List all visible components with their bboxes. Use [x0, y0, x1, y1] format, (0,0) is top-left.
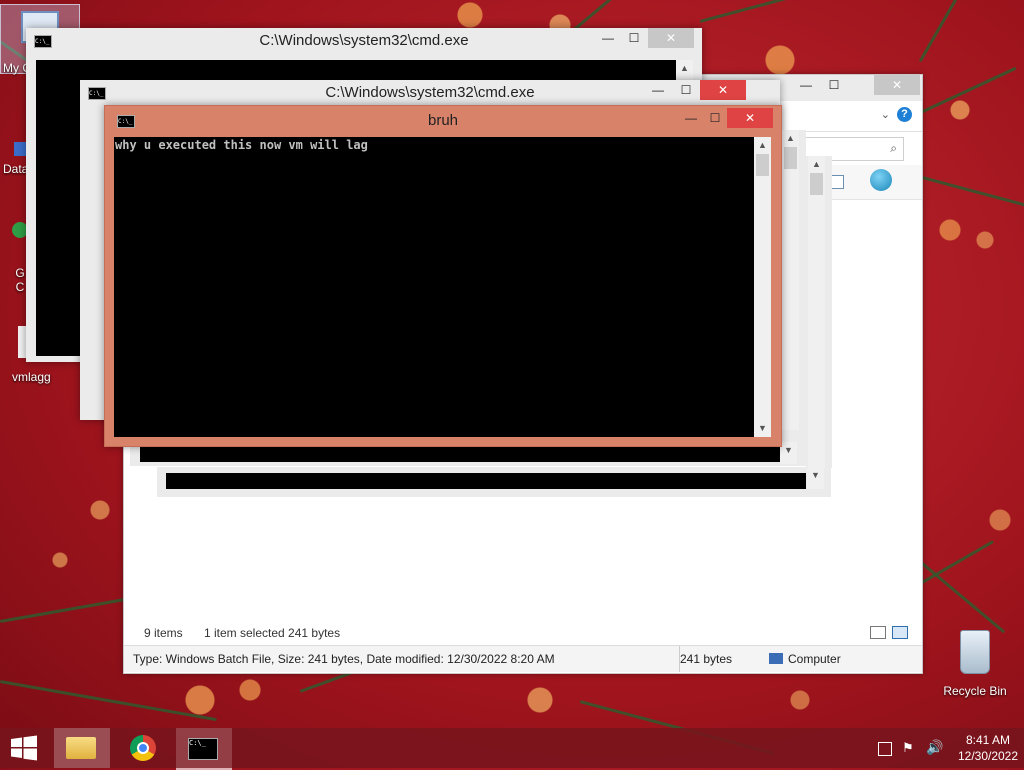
minimize-button[interactable]: —: [792, 75, 820, 95]
vertical-scrollbar[interactable]: ▼: [807, 467, 824, 489]
minimize-button[interactable]: —: [594, 28, 622, 48]
recycle-bin-icon: [960, 630, 990, 674]
taskbar: C:\_ ⚑ 🔊 8:41 AM 12/30/2022: [0, 728, 1024, 770]
cmd-icon: C:\_: [88, 87, 106, 100]
desktop-icon-label: Recycle Bin: [943, 684, 1007, 698]
system-tray: ⚑ 🔊 8:41 AM 12/30/2022: [864, 728, 1024, 768]
computer-icon: [769, 653, 783, 664]
cmd-window-2-scroll: ▲: [780, 130, 806, 430]
taskbar-chrome[interactable]: [116, 728, 172, 768]
scroll-down-icon[interactable]: ▼: [754, 420, 771, 437]
scroll-up-icon[interactable]: ▲: [782, 130, 799, 147]
clock-date[interactable]: 12/30/2022: [956, 749, 1020, 763]
chevron-down-icon[interactable]: ⌄: [881, 108, 890, 121]
start-button[interactable]: [0, 728, 50, 768]
details-view-icon[interactable]: [870, 626, 886, 639]
vertical-scrollbar[interactable]: ▲ ▼: [754, 137, 771, 437]
minimize-button[interactable]: —: [644, 80, 672, 100]
scroll-up-icon[interactable]: ▲: [676, 60, 693, 77]
folder-icon: [66, 737, 96, 759]
globe-icon[interactable]: [870, 169, 892, 191]
desktop-icon-label: vmlagg: [12, 370, 51, 384]
maximize-button[interactable]: ☐: [701, 108, 729, 128]
close-button[interactable]: ✕: [874, 75, 920, 95]
desktop-icon-recycle-bin[interactable]: Recycle Bin: [940, 630, 1010, 698]
maximize-button[interactable]: ☐: [820, 75, 848, 95]
action-center-flag-icon[interactable]: ⚑: [902, 740, 914, 756]
volume-icon[interactable]: 🔊: [926, 739, 943, 756]
maximize-button[interactable]: ☐: [620, 28, 648, 48]
status-selection: 1 item selected 241 bytes: [204, 626, 341, 640]
scroll-thumb[interactable]: [784, 147, 797, 169]
cmd-window-1-scroll: ▲: [806, 156, 832, 468]
cmd-icon: C:\_: [34, 35, 52, 48]
console-output[interactable]: why u executed this now vm will lag: [114, 137, 754, 437]
details-size: 241 bytes: [679, 646, 732, 672]
help-icon[interactable]: ?: [897, 107, 912, 122]
scroll-down-icon[interactable]: ▼: [807, 467, 824, 484]
cmd-window-1-lower: ▼: [157, 467, 831, 497]
console-text: why u executed this now vm will lag: [115, 138, 368, 152]
details-text: Type: Windows Batch File, Size: 241 byte…: [133, 652, 555, 666]
details-location: Computer: [788, 652, 841, 666]
status-item-count: 9 items: [144, 626, 183, 640]
cmd-icon: C:\_: [117, 115, 135, 128]
windows-logo-icon: [11, 735, 37, 761]
scroll-up-icon[interactable]: ▲: [754, 137, 771, 154]
close-button[interactable]: ✕: [648, 28, 694, 48]
scroll-down-icon[interactable]: ▼: [780, 442, 797, 459]
vertical-scrollbar[interactable]: ▼: [780, 442, 797, 464]
search-icon: ⌕: [890, 141, 897, 155]
large-icons-view-icon[interactable]: [892, 626, 908, 639]
clock-time[interactable]: 8:41 AM: [960, 733, 1016, 747]
close-button[interactable]: ✕: [727, 108, 773, 128]
scroll-thumb[interactable]: [810, 173, 823, 195]
scroll-thumb[interactable]: [756, 154, 769, 176]
taskbar-command-prompt[interactable]: C:\_: [176, 728, 232, 770]
close-button[interactable]: ✕: [700, 80, 746, 100]
network-icon[interactable]: [878, 742, 892, 756]
cmd-window-bruh[interactable]: bruh C:\_ — ☐ ✕ why u executed this now …: [104, 105, 782, 447]
cmd-icon: C:\_: [188, 738, 218, 760]
scroll-up-icon[interactable]: ▲: [808, 156, 825, 173]
taskbar-file-explorer[interactable]: [54, 728, 110, 768]
maximize-button[interactable]: ☐: [672, 80, 700, 100]
details-bar: Type: Windows Batch File, Size: 241 byte…: [124, 645, 922, 672]
